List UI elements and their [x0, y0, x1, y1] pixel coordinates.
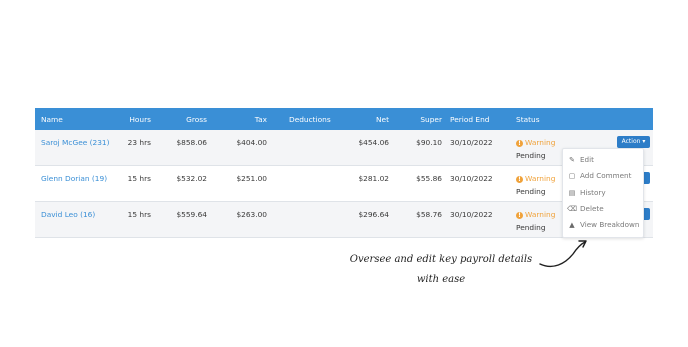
employee-name-link[interactable]: David Leo (16) — [41, 210, 95, 219]
menu-item-edit[interactable]: ✎ Edit — [567, 153, 594, 167]
period-end-cell: 30/10/2022 — [450, 174, 493, 183]
warning-icon: ! — [516, 212, 523, 219]
status-warning: ! Warning — [516, 138, 555, 147]
caption-line-2: with ease — [416, 274, 466, 285]
table-header: Name Hours Gross Tax Deductions Net Supe… — [35, 108, 653, 130]
history-icon: ▤ — [568, 189, 576, 197]
payroll-table: Name Hours Gross Tax Deductions Net Supe… — [35, 108, 653, 238]
tax-cell: $251.00 — [236, 174, 267, 183]
triangle-icon: ▲ — [569, 221, 575, 229]
warning-label: Warning — [525, 174, 556, 183]
table-row: Saroj McGee (231) 23 hrs $858.06 $404.00… — [35, 130, 653, 166]
comment-icon: ▢ — [568, 172, 576, 180]
employee-name-link[interactable]: Saroj McGee (231) — [41, 138, 110, 147]
menu-item-label: Edit — [580, 155, 594, 164]
caption-line-1: Oversee and edit key payroll details — [349, 254, 533, 265]
hours-cell: 15 hrs — [127, 174, 151, 183]
super-cell: $58.76 — [416, 210, 442, 219]
warning-label: Warning — [525, 210, 556, 219]
menu-item-label: View Breakdown — [580, 220, 640, 229]
super-cell: $55.86 — [416, 174, 442, 183]
curved-arrow-icon — [539, 240, 587, 268]
status-pending: Pending — [516, 187, 546, 196]
header-name[interactable]: Name — [41, 115, 63, 124]
warning-label: Warning — [525, 138, 556, 147]
hours-cell: 15 hrs — [127, 210, 151, 219]
header-deductions[interactable]: Deductions — [289, 115, 331, 124]
menu-item-label: Add Comment — [580, 171, 632, 180]
status-warning: ! Warning — [516, 174, 555, 183]
header-period-end[interactable]: Period End — [450, 115, 489, 124]
table-row: David Leo (16) 15 hrs $559.64 $263.00 $2… — [35, 202, 653, 238]
menu-item-view-breakdown[interactable]: ▲ View Breakdown — [567, 218, 639, 232]
menu-item-label: Delete — [580, 204, 604, 213]
status-pending: Pending — [516, 151, 546, 160]
warning-icon: ! — [516, 140, 523, 147]
header-net[interactable]: Net — [347, 115, 389, 124]
menu-item-add-comment[interactable]: ▢ Add Comment — [567, 169, 632, 183]
gross-cell: $858.06 — [176, 138, 207, 147]
caption: Oversee and edit key payroll details wit… — [346, 250, 536, 290]
action-button-label: Action — [621, 138, 641, 145]
action-button[interactable]: Action ▾ — [617, 136, 650, 148]
header-hours[interactable]: Hours — [121, 115, 151, 124]
header-gross[interactable]: Gross — [165, 115, 207, 124]
header-super[interactable]: Super — [400, 115, 442, 124]
pencil-icon: ✎ — [569, 156, 575, 164]
period-end-cell: 30/10/2022 — [450, 210, 493, 219]
table-row: Glenn Dorian (19) 15 hrs $532.02 $251.00… — [35, 166, 653, 202]
action-dropdown-menu: ✎ Edit ▢ Add Comment ▤ History ⌫ Delete ▲ Vie… — [562, 148, 644, 238]
status-pending: Pending — [516, 223, 546, 232]
employee-name-link[interactable]: Glenn Dorian (19) — [41, 174, 107, 183]
menu-item-history[interactable]: ▤ History — [567, 186, 606, 200]
period-end-cell: 30/10/2022 — [450, 138, 493, 147]
header-tax[interactable]: Tax — [225, 115, 267, 124]
gross-cell: $559.64 — [176, 210, 207, 219]
menu-item-delete[interactable]: ⌫ Delete — [567, 202, 604, 216]
net-cell: $281.02 — [358, 174, 389, 183]
super-cell: $90.10 — [416, 138, 442, 147]
gross-cell: $532.02 — [176, 174, 207, 183]
caret-down-icon: ▾ — [642, 138, 646, 145]
hours-cell: 23 hrs — [127, 138, 151, 147]
trash-icon: ⌫ — [567, 205, 577, 213]
warning-icon: ! — [516, 176, 523, 183]
tax-cell: $404.00 — [236, 138, 267, 147]
net-cell: $454.06 — [358, 138, 389, 147]
net-cell: $296.64 — [358, 210, 389, 219]
tax-cell: $263.00 — [236, 210, 267, 219]
menu-item-label: History — [580, 188, 606, 197]
header-status[interactable]: Status — [516, 115, 540, 124]
status-warning: ! Warning — [516, 210, 555, 219]
